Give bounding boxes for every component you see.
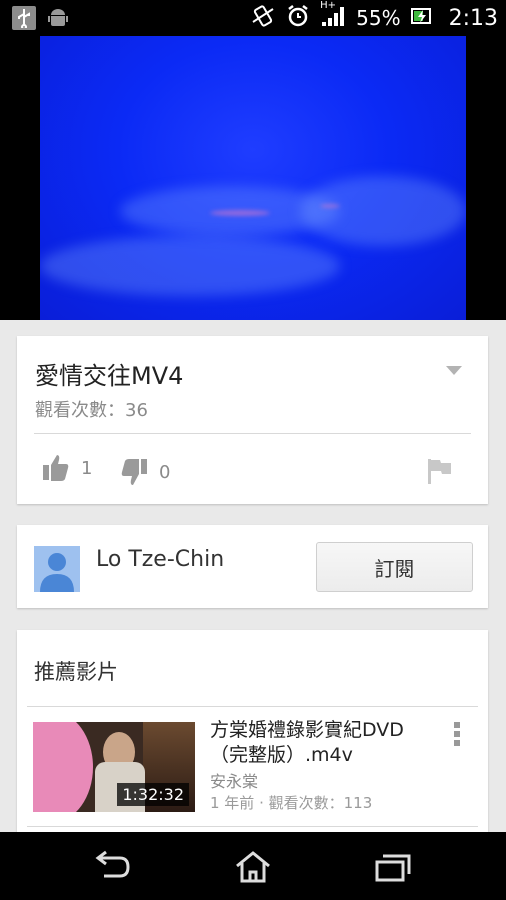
- video-info-card: 愛情交往MV4 觀看次數：36 1 0: [17, 336, 488, 504]
- divider: [34, 433, 471, 434]
- home-icon: [236, 851, 270, 883]
- back-icon: [95, 850, 130, 878]
- like-count: 1: [81, 457, 93, 479]
- subscribe-button[interactable]: 訂閱: [316, 542, 473, 592]
- video-player[interactable]: [0, 36, 506, 320]
- expand-details-icon[interactable]: [446, 366, 462, 375]
- back-button[interactable]: [94, 850, 134, 884]
- phone-screen: H+ 55% 2:13 愛情交往MV4 觀看次數：36 1 0 Lo Tze-C…: [0, 0, 506, 900]
- android-debug-icon: [46, 6, 70, 30]
- status-bar: H+ 55% 2:13: [0, 0, 506, 36]
- thumbs-up-icon: [43, 455, 69, 481]
- system-icons: H+ 55% 2:13: [250, 0, 498, 36]
- divider: [27, 826, 478, 827]
- video-thumbnail[interactable]: 1:32:32: [33, 722, 195, 812]
- dislike-button[interactable]: 0: [121, 458, 170, 486]
- view-count: 觀看次數：36: [35, 400, 148, 421]
- home-button[interactable]: [233, 850, 273, 884]
- battery-percent: 55%: [356, 6, 401, 30]
- battery-charging-icon: [410, 6, 433, 30]
- navigation-bar: [0, 832, 506, 900]
- video-title: 愛情交往MV4: [35, 362, 184, 390]
- video-frame[interactable]: [40, 36, 466, 320]
- video-item-meta: 1 年前 · 觀看次數：113: [210, 794, 373, 812]
- channel-name[interactable]: Lo Tze-Chin: [96, 547, 224, 572]
- thumbs-down-icon: [121, 459, 147, 485]
- video-item-title[interactable]: 方棠婚禮錄影實紀DVD（完整版）.m4v: [210, 718, 430, 768]
- channel-card: Lo Tze-Chin 訂閱: [17, 525, 488, 608]
- more-options-icon[interactable]: [454, 722, 460, 749]
- report-flag-icon[interactable]: [428, 458, 452, 488]
- vibrate-icon: [250, 4, 276, 32]
- divider: [27, 706, 478, 707]
- alarm-icon: [286, 4, 310, 32]
- recent-apps-button[interactable]: [372, 850, 412, 884]
- video-duration: 1:32:32: [117, 783, 189, 806]
- clock: 2:13: [448, 5, 498, 31]
- usb-icon: [12, 6, 36, 30]
- network-type-label: H+: [320, 0, 337, 11]
- channel-avatar[interactable]: [34, 546, 80, 592]
- recent-apps-icon: [375, 854, 411, 882]
- recommended-card: 推薦影片 1:32:32 方棠婚禮錄影實紀DVD（完整版）.m4v 安永棠 1 …: [17, 630, 488, 832]
- content-area: 愛情交往MV4 觀看次數：36 1 0 Lo Tze-Chin 訂閱 推薦影片 …: [0, 320, 506, 832]
- dislike-count: 0: [159, 461, 171, 483]
- video-item-author: 安永棠: [210, 772, 259, 791]
- like-button[interactable]: 1: [43, 454, 92, 482]
- recommended-section-title: 推薦影片: [34, 660, 118, 684]
- notification-icons: [12, 6, 70, 30]
- signal-icon: H+: [320, 0, 346, 32]
